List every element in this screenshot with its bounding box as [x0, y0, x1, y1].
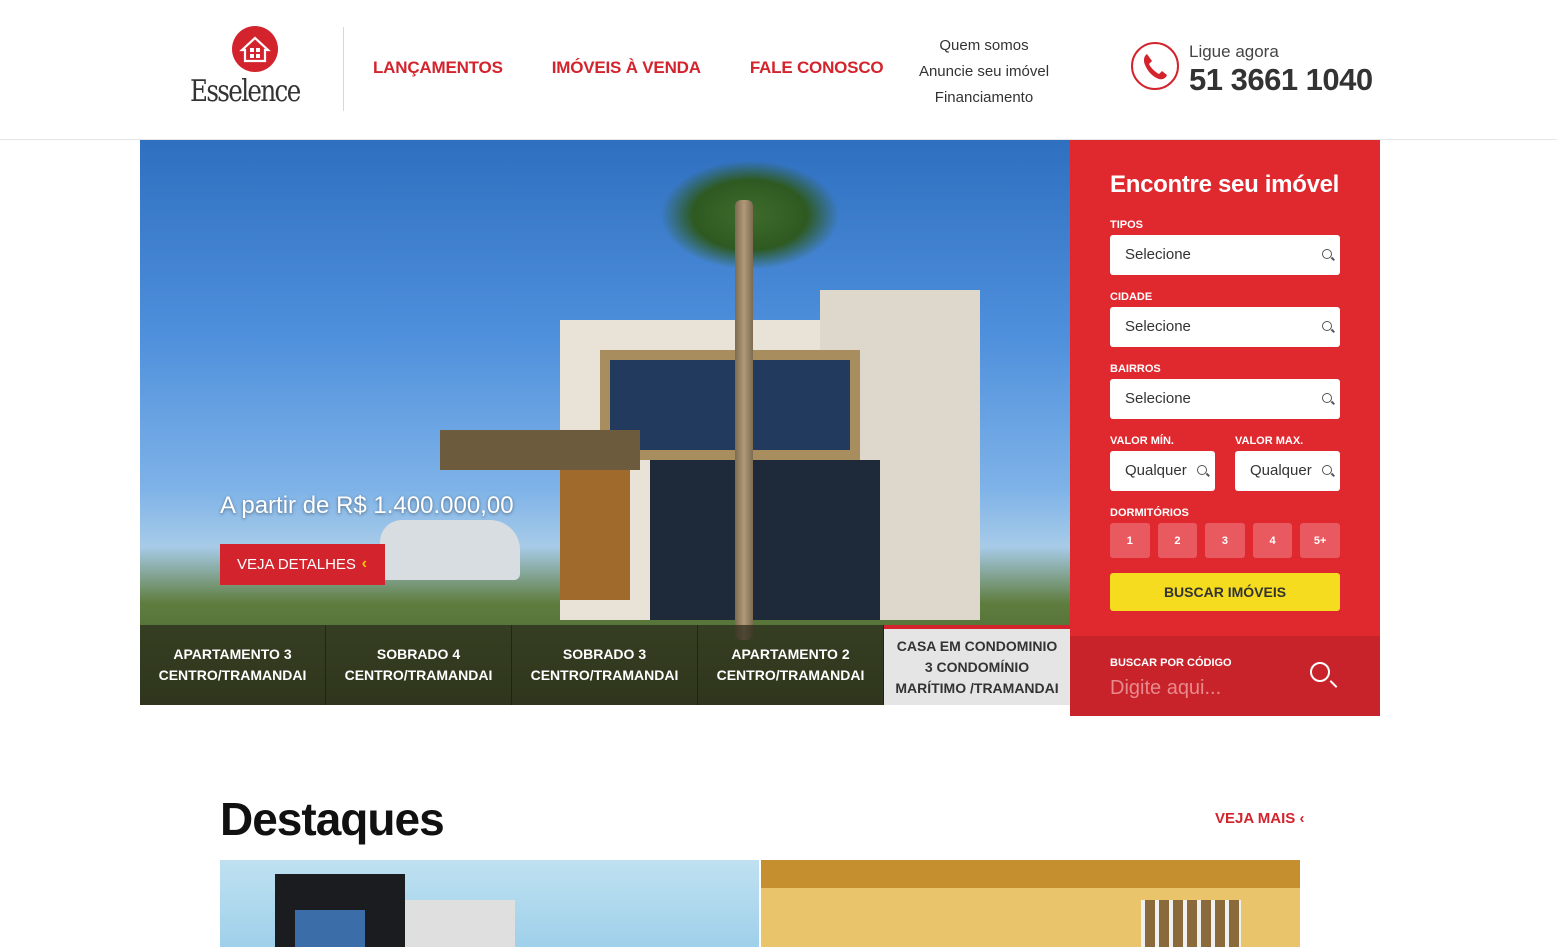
tipos-select[interactable]: Selecione	[1110, 235, 1340, 275]
valor-min-label: VALOR MÍN.	[1110, 435, 1174, 447]
hero-palm-trunk	[735, 200, 753, 640]
nav-fale-conosco[interactable]: FALE CONOSCO	[750, 58, 884, 78]
dorm-option-1[interactable]: 1	[1110, 523, 1150, 558]
brand-logo[interactable]: Esselence	[190, 24, 301, 112]
bairros-label: BAIRROS	[1110, 363, 1161, 375]
chevron-left-icon: ‹	[361, 555, 367, 572]
search-icon	[1322, 321, 1332, 331]
cidade-select[interactable]: Selecione	[1110, 307, 1340, 347]
dorm-option-3[interactable]: 3	[1205, 523, 1245, 558]
hero-price: A partir de R$ 1.400.000,00	[220, 492, 514, 519]
codigo-label: BUSCAR POR CÓDIGO	[1110, 657, 1232, 669]
search-icon	[1322, 249, 1332, 259]
veja-detalhes-button[interactable]: VEJA DETALHES ‹	[220, 544, 385, 585]
search-icon[interactable]	[1310, 662, 1330, 682]
nav-imoveis-a-venda[interactable]: IMÓVEIS À VENDA	[552, 58, 701, 78]
destaque-card-1[interactable]	[220, 860, 759, 947]
valor-min-value: Qualquer	[1125, 462, 1187, 479]
house-logo-icon	[232, 26, 278, 72]
hero-tab-2[interactable]: SOBRADO 4 CENTRO/TRAMANDAI	[326, 625, 512, 705]
brand-name: Esselence	[190, 74, 301, 109]
hero-tabs: APARTAMENTO 3 CENTRO/TRAMANDAI SOBRADO 4…	[140, 625, 1070, 705]
header-divider	[343, 27, 344, 111]
hero-car-image	[380, 520, 520, 580]
search-icon	[1322, 465, 1332, 475]
hero-tab-4[interactable]: APARTAMENTO 2 CENTRO/TRAMANDAI	[698, 625, 884, 705]
nav-lancamentos[interactable]: LANÇAMENTOS	[373, 58, 503, 78]
dorm-option-2[interactable]: 2	[1157, 523, 1198, 558]
phone-icon	[1131, 42, 1179, 90]
codigo-input[interactable]	[1110, 673, 1290, 703]
dorm-option-4[interactable]: 4	[1252, 523, 1293, 558]
destaque-card-2[interactable]	[761, 860, 1300, 947]
dorm-option-5plus[interactable]: 5+	[1300, 523, 1340, 558]
nav-financiamento[interactable]: Financiamento	[884, 85, 1084, 111]
dormitorios-label: DORMITÓRIOS	[1110, 507, 1189, 519]
phone-label: Ligue agora	[1189, 42, 1279, 61]
search-title: Encontre seu imóvel	[1110, 171, 1340, 198]
hero-tab-3[interactable]: SOBRADO 3 CENTRO/TRAMANDAI	[512, 625, 698, 705]
hero-slider[interactable]: A partir de R$ 1.400.000,00 VEJA DETALHE…	[140, 140, 1070, 705]
hero-house-image	[440, 290, 1000, 620]
nav-anuncie[interactable]: Anuncie seu imóvel	[884, 59, 1084, 85]
chevron-left-icon: ‹	[1299, 810, 1305, 827]
site-header: Esselence LANÇAMENTOS IMÓVEIS À VENDA FA…	[0, 0, 1557, 140]
valor-max-select[interactable]: Qualquer	[1235, 451, 1340, 491]
cidade-value: Selecione	[1125, 318, 1191, 335]
bairros-select[interactable]: Selecione	[1110, 379, 1340, 419]
veja-mais-label: VEJA MAIS	[1215, 810, 1296, 827]
bairros-value: Selecione	[1125, 390, 1191, 407]
tipos-label: TIPOS	[1110, 219, 1144, 231]
nav-quem-somos[interactable]: Quem somos	[884, 33, 1084, 59]
valor-max-label: VALOR MAX.	[1235, 435, 1304, 447]
dormitorios-options: 1 2 3 4 5+	[1110, 523, 1340, 558]
phone-number[interactable]: 51 3661 1040	[1189, 62, 1373, 98]
secondary-nav: Quem somos Anuncie seu imóvel Financiame…	[884, 33, 1084, 111]
search-icon	[1322, 393, 1332, 403]
veja-mais-link[interactable]: VEJA MAIS ‹	[1215, 810, 1304, 827]
search-icon	[1197, 465, 1207, 475]
main-nav: LANÇAMENTOS IMÓVEIS À VENDA FALE CONOSCO	[373, 58, 884, 78]
valor-max-value: Qualquer	[1250, 462, 1312, 479]
valor-min-select[interactable]: Qualquer	[1110, 451, 1215, 491]
cidade-label: CIDADE	[1110, 291, 1153, 303]
tipos-value: Selecione	[1125, 246, 1191, 263]
veja-detalhes-label: VEJA DETALHES	[237, 556, 356, 573]
codigo-search: BUSCAR POR CÓDIGO	[1070, 636, 1380, 716]
hero-tab-5-active[interactable]: CASA EM CONDOMINIO 3 CONDOMÍNIO MARÍTIMO…	[884, 625, 1070, 705]
hero-tab-1[interactable]: APARTAMENTO 3 CENTRO/TRAMANDAI	[140, 625, 326, 705]
destaques-title: Destaques	[220, 793, 445, 845]
search-panel: Encontre seu imóvel TIPOS Selecione CIDA…	[1070, 140, 1380, 716]
buscar-imoveis-button[interactable]: BUSCAR IMÓVEIS	[1110, 573, 1340, 611]
